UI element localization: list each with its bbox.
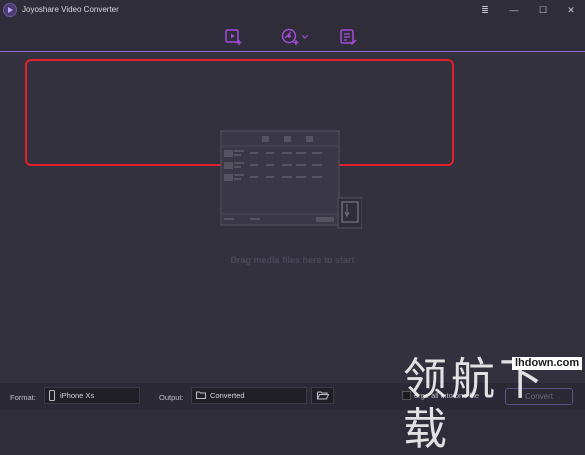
format-selector[interactable]: iPhone Xs	[44, 387, 140, 404]
output-path-field[interactable]: Converted	[191, 387, 307, 404]
open-folder-icon	[317, 391, 329, 400]
drop-illustration-icon	[220, 130, 362, 229]
drop-hint-text: Drag media files here to start	[230, 255, 355, 265]
toolbar	[0, 20, 585, 52]
open-folder-button[interactable]	[311, 387, 334, 404]
menu-icon[interactable]: ≣	[478, 4, 492, 16]
chevron-down-icon[interactable]	[302, 35, 308, 39]
watermark-url: lhdown.com	[512, 357, 583, 370]
watermark-text: 领航下载	[403, 354, 547, 455]
folder-icon	[196, 391, 206, 399]
output-value: Converted	[210, 391, 245, 400]
format-value: iPhone Xs	[60, 391, 95, 400]
task-list-icon[interactable]	[339, 28, 357, 46]
minimize-icon[interactable]: —	[507, 4, 521, 16]
phone-icon	[49, 390, 55, 401]
add-dvd-icon[interactable]	[281, 28, 299, 46]
maximize-icon[interactable]: ☐	[536, 4, 550, 16]
add-video-icon[interactable]	[224, 28, 242, 46]
title-bar: Joyoshare Video Converter ≣ — ☐ ✕	[0, 0, 585, 20]
app-title: Joyoshare Video Converter	[22, 5, 119, 14]
output-label: Output:	[159, 393, 184, 402]
app-logo-icon	[3, 3, 17, 17]
close-icon[interactable]: ✕	[564, 4, 578, 16]
format-label: Format:	[10, 393, 36, 402]
